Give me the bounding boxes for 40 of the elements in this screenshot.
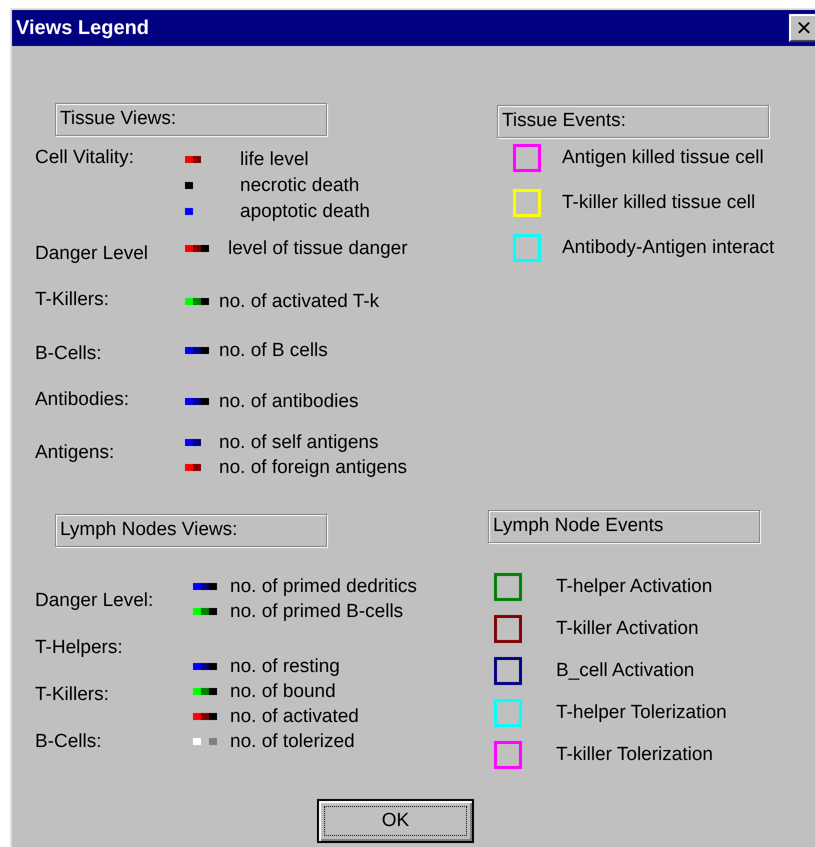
section-header: Lymph Node Events (488, 510, 760, 543)
row-label: T-Killers: (35, 289, 110, 312)
legend-text: level of tissue danger (228, 238, 408, 260)
row-label: Danger Level (35, 242, 150, 265)
legend-text: no. of primed dedritics (230, 576, 417, 598)
row-label: T-Killers: (35, 684, 110, 706)
row-label: T-Helpers: (35, 637, 124, 659)
legend-text: no. of self antigens (219, 432, 378, 454)
row-label: Antibodies: (35, 389, 130, 412)
legend-text: no. of activated (230, 706, 359, 728)
section-header: Tissue Views: (55, 103, 327, 136)
legend-text: Antigen killed tissue cell (562, 146, 764, 168)
legend-text: B_cell Activation (556, 660, 694, 682)
legend-text: no. of activated T-k (219, 290, 380, 312)
legend-text: Antibody-Antigen interact (562, 236, 774, 258)
window-title: Views Legend (16, 16, 150, 40)
legend-text: no. of antibodies (219, 390, 358, 412)
legend-text: T-helper Tolerization (556, 702, 727, 724)
legend-text: T-killer Tolerization (556, 744, 713, 766)
legend-text: T-helper Activation (556, 576, 712, 598)
legend-text: no. of resting (230, 656, 340, 678)
row-label: B-Cells: (35, 342, 103, 365)
ok-button[interactable]: OK (317, 799, 474, 843)
close-button[interactable]: ✕ (789, 14, 815, 42)
row-label: Danger Level: (35, 590, 154, 612)
legend-text: T-killer Activation (556, 618, 699, 640)
legend-text: no. of tolerized (230, 730, 355, 752)
row-label: B-Cells: (35, 731, 103, 753)
legend-text: apoptotic death (240, 200, 370, 222)
row-label: Cell Vitality: (35, 147, 135, 170)
legend-text: no. of B cells (219, 340, 328, 362)
legend-text: necrotic death (240, 174, 360, 196)
section-header: Lymph Nodes Views: (55, 514, 327, 547)
row-label: Antigens: (35, 441, 116, 465)
legend-text: no. of foreign antigens (219, 456, 408, 478)
legend-text: no. of bound (230, 680, 336, 702)
section-header: Tissue Events: (497, 105, 769, 138)
legend-text: no. of primed B-cells (230, 600, 404, 622)
legend-text: life level (240, 148, 309, 170)
legend-text: T-killer killed tissue cell (562, 192, 756, 214)
